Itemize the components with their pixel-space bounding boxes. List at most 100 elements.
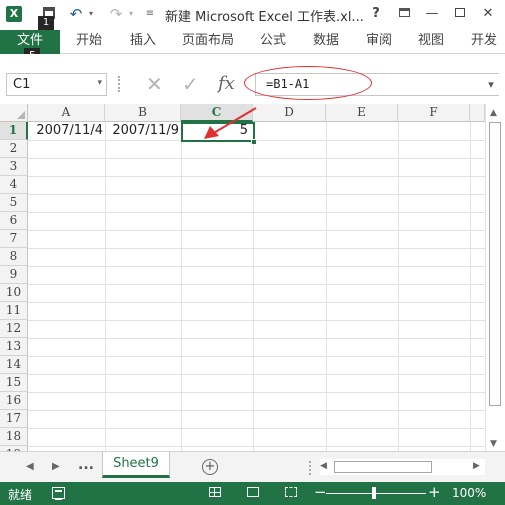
status-bar: 就绪 − + 100%: [0, 482, 505, 505]
scroll-up-icon[interactable]: ▲: [490, 108, 497, 118]
gridline: [326, 122, 327, 451]
scroll-right-icon[interactable]: ▶: [473, 461, 480, 471]
gridline: [28, 410, 485, 411]
undo-dropdown-icon[interactable]: ▾: [86, 4, 96, 24]
gridline: [28, 266, 485, 267]
redo-dropdown-icon[interactable]: ▾: [126, 4, 136, 24]
row-header[interactable]: 10: [0, 284, 28, 302]
column-header-f[interactable]: F: [398, 104, 470, 122]
next-sheet-icon[interactable]: ▶: [52, 461, 60, 472]
gridline: [28, 374, 485, 375]
redo-icon[interactable]: ↷: [106, 4, 126, 24]
page-layout-view-button[interactable]: [244, 485, 262, 501]
column-header-d[interactable]: D: [253, 104, 326, 122]
scroll-down-icon[interactable]: ▼: [490, 439, 497, 449]
row-header[interactable]: 15: [0, 374, 28, 392]
tab-developer[interactable]: 开发: [471, 30, 505, 54]
row-header[interactable]: 9: [0, 266, 28, 284]
name-box[interactable]: C1 ▾: [6, 73, 107, 96]
row-header[interactable]: 2: [0, 140, 28, 158]
gridline: [28, 176, 485, 177]
gridline: [470, 122, 471, 451]
row-header[interactable]: 6: [0, 212, 28, 230]
undo-icon[interactable]: ↶: [66, 4, 86, 24]
column-header-a[interactable]: A: [28, 104, 105, 122]
vertical-scroll-thumb[interactable]: [489, 122, 501, 406]
normal-view-icon: [209, 487, 221, 497]
gridline: [28, 158, 485, 159]
cancel-icon[interactable]: ✕: [146, 73, 163, 95]
annotation-arrow-line: [211, 107, 257, 135]
formula-bar: C1 ▾ ✕ ✓ fx =B1-A1 ▾: [0, 54, 505, 104]
select-all-button[interactable]: [0, 104, 28, 122]
zoom-out-button[interactable]: −: [314, 483, 327, 501]
worksheet-grid[interactable]: A B C D E F 1 2 3 4 5 6 7 8 9 10 11 12 1…: [0, 104, 485, 451]
excel-app-icon[interactable]: X: [6, 6, 22, 22]
tab-scroll-splitter[interactable]: [309, 461, 312, 475]
annotation-arrow-head: [204, 126, 219, 139]
fx-icon[interactable]: fx: [218, 73, 235, 95]
page-break-view-button[interactable]: [282, 485, 300, 501]
minimize-icon[interactable]: —: [420, 3, 444, 25]
tab-insert[interactable]: 插入: [130, 30, 156, 54]
row-header[interactable]: 13: [0, 338, 28, 356]
zoom-in-button[interactable]: +: [428, 483, 441, 501]
row-header[interactable]: 7: [0, 230, 28, 248]
prev-sheet-icon[interactable]: ◀: [26, 461, 34, 472]
gridline: [28, 212, 485, 213]
gridline: [28, 356, 485, 357]
chevron-down-icon[interactable]: ▾: [97, 78, 102, 88]
vertical-scrollbar[interactable]: ▲ ▼: [485, 104, 505, 451]
ribbon-display-icon[interactable]: [392, 3, 416, 25]
row-header[interactable]: 18: [0, 428, 28, 446]
tab-review[interactable]: 审阅: [366, 30, 392, 54]
row-header[interactable]: 12: [0, 320, 28, 338]
tab-view[interactable]: 视图: [418, 30, 444, 54]
tab-home[interactable]: 开始: [76, 30, 102, 54]
select-all-icon: [17, 111, 25, 119]
row-header[interactable]: 4: [0, 176, 28, 194]
row-header[interactable]: 8: [0, 248, 28, 266]
column-header-g[interactable]: [470, 104, 485, 122]
normal-view-button[interactable]: [206, 485, 224, 501]
row-header[interactable]: 11: [0, 302, 28, 320]
tab-data[interactable]: 数据: [313, 30, 339, 54]
add-sheet-icon[interactable]: +: [202, 459, 218, 475]
name-box-value: C1: [13, 77, 31, 92]
sheet-tab-active[interactable]: Sheet9: [102, 452, 170, 478]
zoom-level[interactable]: 100%: [452, 486, 486, 500]
horizontal-scroll-thumb[interactable]: [334, 461, 432, 473]
scroll-left-icon[interactable]: ◀: [320, 461, 327, 471]
tab-page-layout[interactable]: 页面布局: [182, 30, 234, 54]
row-header[interactable]: 5: [0, 194, 28, 212]
row-header[interactable]: 3: [0, 158, 28, 176]
formula-buttons: ✕ ✓ fx: [134, 73, 254, 96]
row-header[interactable]: 14: [0, 356, 28, 374]
cell-a1[interactable]: 2007/11/4: [28, 122, 105, 141]
row-header[interactable]: 16: [0, 392, 28, 410]
horizontal-scrollbar[interactable]: ◀ ▶: [320, 459, 485, 475]
gridline: [28, 230, 485, 231]
page-break-icon: [285, 487, 297, 497]
more-sheets-button[interactable]: ...: [78, 457, 94, 473]
row-header[interactable]: 17: [0, 410, 28, 428]
gridline: [398, 122, 399, 451]
cell-b1[interactable]: 2007/11/9: [105, 122, 181, 141]
zoom-slider-track[interactable]: [326, 493, 426, 494]
help-icon[interactable]: ?: [364, 3, 388, 25]
maximize-icon[interactable]: [448, 3, 472, 25]
column-header-e[interactable]: E: [326, 104, 398, 122]
macro-record-icon[interactable]: [52, 487, 65, 500]
gridline: [28, 194, 485, 195]
zoom-slider-thumb[interactable]: [372, 487, 376, 499]
formula-bar-splitter[interactable]: [118, 76, 121, 92]
gridline: [253, 122, 254, 451]
expand-formula-bar-icon[interactable]: ▾: [482, 73, 500, 96]
close-icon[interactable]: ✕: [476, 3, 500, 25]
tab-formulas[interactable]: 公式: [260, 30, 286, 54]
enter-icon[interactable]: ✓: [182, 73, 199, 95]
customize-toolbar-icon[interactable]: ≡: [144, 4, 156, 24]
column-header-b[interactable]: B: [105, 104, 181, 122]
row-header[interactable]: 1: [0, 122, 28, 140]
gridline: [28, 446, 485, 447]
